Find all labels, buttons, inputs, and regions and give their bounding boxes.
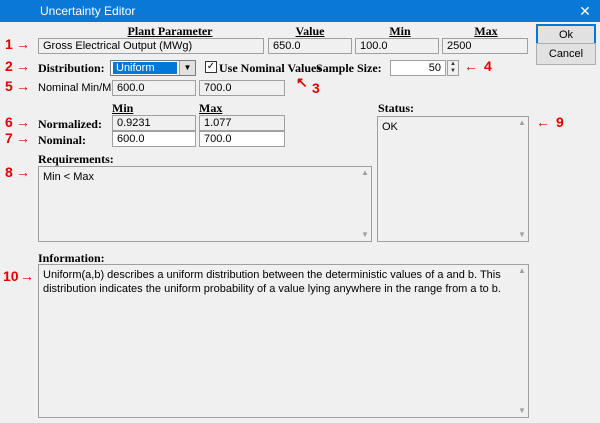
annotation-10: 10 bbox=[3, 268, 19, 284]
parameter-value-field: 650.0 bbox=[268, 38, 352, 54]
annotation-6: 6 bbox=[5, 114, 13, 130]
annotation-arrow-1: → bbox=[16, 36, 30, 52]
annotation-8: 8 bbox=[5, 164, 13, 180]
status-text: OK bbox=[382, 121, 398, 133]
window-titlebar: Uncertainty Editor ✕ bbox=[0, 0, 600, 22]
distribution-select[interactable]: Uniform ▼ bbox=[110, 60, 196, 76]
nominal-label: Nominal: bbox=[38, 133, 86, 147]
annotation-arrow-2: → bbox=[16, 58, 30, 74]
requirements-label: Requirements: bbox=[38, 152, 114, 166]
annotation-7: 7 bbox=[5, 130, 13, 146]
annotation-arrow-6: → bbox=[16, 114, 30, 130]
annotation-1: 1 bbox=[5, 36, 13, 52]
use-nominal-checkbox[interactable]: ✓ bbox=[205, 61, 217, 73]
nominal-min-input[interactable]: 600.0 bbox=[112, 131, 196, 147]
normalized-max-field: 1.077 bbox=[199, 115, 285, 131]
scroll-up-icon[interactable]: ▲ bbox=[359, 167, 371, 179]
sample-size-spinner[interactable]: ▲ ▼ bbox=[447, 60, 459, 76]
normalized-label: Normalized: bbox=[38, 117, 102, 131]
header-min: Min bbox=[389, 24, 411, 38]
annotation-arrow-5: → bbox=[16, 78, 30, 94]
requirements-box[interactable]: Min < Max ▲ ▼ bbox=[38, 166, 372, 242]
nominal-max-input[interactable]: 700.0 bbox=[199, 131, 285, 147]
annotation-arrow-7: → bbox=[16, 130, 30, 146]
parameter-min-field: 100.0 bbox=[355, 38, 439, 54]
subheader-min: Min bbox=[112, 101, 134, 115]
information-scrollbar[interactable]: ▲ ▼ bbox=[516, 265, 528, 417]
status-label: Status: bbox=[378, 101, 415, 115]
window-title: Uncertainty Editor bbox=[40, 4, 136, 18]
distribution-selected-value: Uniform bbox=[113, 62, 177, 74]
requirements-text: Min < Max bbox=[43, 171, 95, 183]
annotation-5: 5 bbox=[5, 78, 13, 94]
annotation-arrow-10: → bbox=[20, 268, 34, 284]
scroll-down-icon[interactable]: ▼ bbox=[516, 229, 528, 241]
scroll-up-icon[interactable]: ▲ bbox=[516, 265, 528, 277]
close-icon[interactable]: ✕ bbox=[570, 0, 600, 22]
chevron-down-icon[interactable]: ▼ bbox=[179, 61, 195, 75]
spin-up-icon[interactable]: ▲ bbox=[448, 61, 458, 68]
header-value: Value bbox=[295, 24, 325, 38]
annotation-2: 2 bbox=[5, 58, 13, 74]
sample-size-label: Sample Size: bbox=[316, 61, 382, 75]
information-box[interactable]: Uniform(a,b) describes a uniform distrib… bbox=[38, 264, 529, 418]
sample-size-input[interactable]: 50 bbox=[390, 60, 446, 76]
header-plant-parameter: Plant Parameter bbox=[127, 24, 213, 38]
nominal-max-field: 700.0 bbox=[199, 80, 285, 96]
parameter-name-field: Gross Electrical Output (MWg) bbox=[38, 38, 264, 54]
annotation-arrow-9: ← bbox=[536, 114, 550, 130]
information-text: Uniform(a,b) describes a uniform distrib… bbox=[43, 269, 501, 295]
distribution-label: Distribution: bbox=[38, 61, 105, 75]
cancel-button[interactable]: Cancel bbox=[536, 43, 596, 65]
annotation-9: 9 bbox=[556, 114, 564, 130]
annotation-arrow-8: → bbox=[16, 164, 30, 180]
spin-down-icon[interactable]: ▼ bbox=[448, 68, 458, 75]
scroll-down-icon[interactable]: ▼ bbox=[516, 405, 528, 417]
status-box[interactable]: OK ▲ ▼ bbox=[377, 116, 529, 242]
annotation-arrow-3: ↖ bbox=[296, 74, 308, 90]
parameter-max-field: 2500 bbox=[442, 38, 528, 54]
header-max: Max bbox=[474, 24, 498, 38]
subheader-max: Max bbox=[199, 101, 223, 115]
annotation-arrow-4: ← bbox=[464, 58, 478, 74]
annotation-4: 4 bbox=[484, 58, 492, 74]
scroll-up-icon[interactable]: ▲ bbox=[516, 117, 528, 129]
requirements-scrollbar[interactable]: ▲ ▼ bbox=[359, 167, 371, 241]
scroll-down-icon[interactable]: ▼ bbox=[359, 229, 371, 241]
nominal-min-field: 600.0 bbox=[112, 80, 196, 96]
annotation-3: 3 bbox=[312, 80, 320, 96]
status-scrollbar[interactable]: ▲ ▼ bbox=[516, 117, 528, 241]
normalized-min-field: 0.9231 bbox=[112, 115, 196, 131]
